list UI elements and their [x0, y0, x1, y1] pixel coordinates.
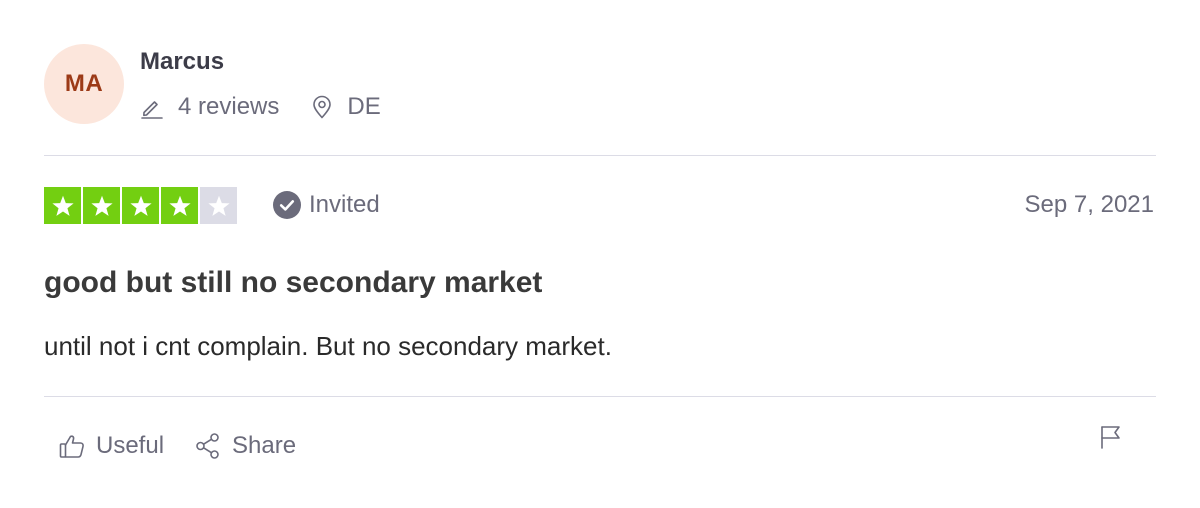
verification-badge[interactable]: Invited [273, 190, 380, 220]
pencil-icon [140, 95, 164, 119]
consumer-meta: 4 reviews DE [140, 91, 381, 123]
location-label: DE [347, 93, 381, 120]
review-text: until not i cnt complain. But no seconda… [44, 331, 612, 361]
useful-label: Useful [96, 432, 165, 459]
star-rating [44, 187, 237, 224]
avatar-initials: MA [64, 70, 104, 97]
star-icon [122, 187, 159, 224]
star-empty-icon [200, 187, 237, 224]
star-icon [83, 187, 120, 224]
reviews-count: 4 reviews [140, 93, 279, 121]
check-circle-icon [273, 191, 309, 219]
divider [44, 396, 1156, 397]
share-label: Share [232, 432, 297, 459]
flag-icon[interactable] [1098, 424, 1124, 450]
share-button[interactable]: Share [194, 432, 296, 460]
avatar[interactable]: MA [44, 44, 124, 124]
review-title[interactable]: good but still no secondary market [44, 264, 542, 302]
review-actions: Useful Share [58, 430, 296, 462]
divider [44, 155, 1156, 156]
useful-button[interactable]: Useful [58, 432, 164, 460]
verification-label: Invited [309, 191, 380, 218]
review-card: MA Marcus 4 reviews DE Invited Sep 7, 20… [0, 0, 1200, 508]
consumer-location: DE [311, 93, 381, 121]
share-icon [194, 432, 232, 460]
star-icon [44, 187, 81, 224]
review-date: Sep 7, 2021 [1024, 191, 1154, 218]
location-pin-icon [311, 95, 333, 119]
reviews-count-label: 4 reviews [178, 93, 280, 120]
thumbs-up-icon [58, 432, 96, 460]
consumer-name[interactable]: Marcus [140, 47, 224, 77]
star-icon [161, 187, 198, 224]
